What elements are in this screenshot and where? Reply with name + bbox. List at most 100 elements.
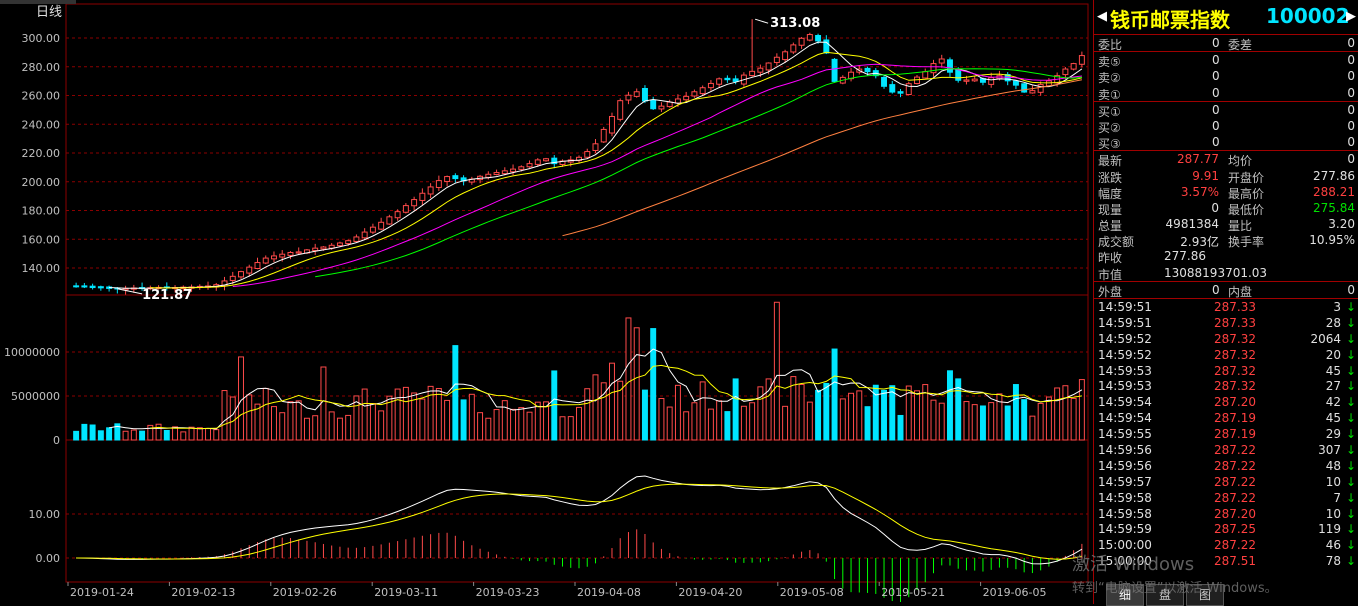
candle-body xyxy=(749,70,756,77)
price-tick-label: 140.00 xyxy=(22,262,61,275)
tick-volume: 45 xyxy=(1325,363,1341,378)
quote-value: 0 xyxy=(1347,152,1355,167)
tick-row: 14:59:54 287.19 45 ↓ xyxy=(1094,410,1358,426)
volume-bar xyxy=(271,406,277,441)
candle-body xyxy=(1078,55,1085,65)
quote-value: 288.21 xyxy=(1313,184,1355,199)
candle-body xyxy=(97,286,104,289)
price-tick-label: 300.00 xyxy=(22,32,61,45)
tick-time: 14:59:54 xyxy=(1098,411,1152,426)
quote-row: 总量 4981384 量比 3.20 xyxy=(1094,216,1358,233)
buy-price: 0 xyxy=(1212,102,1220,117)
candle-body xyxy=(312,247,319,252)
tick-list[interactable]: 14:59:51 287.33 3 ↓ 14:59:51 287.33 28 ↓ 14:59:5… xyxy=(1094,299,1358,569)
candle-body xyxy=(526,163,533,168)
volume-bar xyxy=(1012,384,1019,441)
candle-body xyxy=(930,63,937,74)
ma5-line xyxy=(109,41,1083,289)
volume-bar xyxy=(468,393,475,441)
candle-body xyxy=(435,180,442,188)
tick-time: 14:59:54 xyxy=(1098,395,1152,410)
candle-body xyxy=(773,56,780,64)
down-arrow-icon: ↓ xyxy=(1345,427,1356,442)
volume-bar xyxy=(501,400,508,441)
volume-bar xyxy=(658,398,665,441)
next-arrow-icon[interactable]: ▶ xyxy=(1346,9,1356,24)
tick-volume: 307 xyxy=(1318,443,1341,458)
prev-arrow-icon[interactable]: ◀ xyxy=(1097,9,1107,24)
volume-bar xyxy=(699,381,706,441)
volume-bar xyxy=(856,390,863,441)
down-arrow-icon: ↓ xyxy=(1345,347,1356,362)
volume-bar xyxy=(287,401,294,441)
candle-body xyxy=(394,211,401,219)
tick-volume: 20 xyxy=(1325,347,1341,362)
tick-time: 14:59:55 xyxy=(1098,427,1152,442)
sell-price: 0 xyxy=(1212,85,1220,100)
tick-row: 14:59:54 287.20 42 ↓ xyxy=(1094,394,1358,410)
candle-body xyxy=(881,76,887,87)
volume-bar xyxy=(914,390,920,441)
tick-row: 14:59:52 287.32 20 ↓ xyxy=(1094,347,1358,363)
date-label: 2019-03-23 xyxy=(476,586,540,599)
candle-body xyxy=(584,151,591,158)
volume-bar xyxy=(180,431,187,441)
panel-tab[interactable]: 细 xyxy=(1106,584,1144,606)
candle-body xyxy=(699,87,706,95)
volume-bar xyxy=(691,402,698,441)
volume-bar xyxy=(592,374,599,441)
panel-tab[interactable]: 盘 xyxy=(1146,584,1184,606)
quote-row: 现量 0 最低价 275.84 xyxy=(1094,200,1358,217)
tab-strip xyxy=(0,0,76,4)
stock-name: 钱币邮票指数 xyxy=(1110,8,1230,32)
tick-row: 14:59:58 287.20 10 ↓ xyxy=(1094,506,1358,522)
tick-price: 287.33 xyxy=(1214,300,1256,314)
down-arrow-icon: ↓ xyxy=(1345,395,1356,410)
volume-bar xyxy=(518,407,525,441)
panel-tab[interactable]: 图 xyxy=(1186,584,1224,606)
candle-body xyxy=(691,91,698,97)
tick-price: 287.22 xyxy=(1214,490,1256,505)
volume-bar xyxy=(394,388,401,441)
volume-bar xyxy=(782,405,789,441)
candle-body xyxy=(501,170,508,175)
quote-value: 277.86 xyxy=(1164,249,1206,264)
tick-volume: 119 xyxy=(1318,522,1341,537)
tick-row: 15:00:00 287.22 46 ↓ xyxy=(1094,537,1358,553)
quote-row: 涨跌 9.91 开盘价 277.86 xyxy=(1094,168,1358,185)
volume-tick-label: 0 xyxy=(53,434,60,447)
volume-bar xyxy=(864,406,871,441)
candle-body xyxy=(963,79,970,82)
price-tick-label: 260.00 xyxy=(22,90,61,103)
volume-bar xyxy=(773,301,780,441)
candle-body xyxy=(1029,90,1036,94)
candle-body xyxy=(897,91,904,94)
volume-bar xyxy=(641,389,648,441)
volume-bar xyxy=(881,389,887,441)
tick-time: 14:59:58 xyxy=(1098,490,1152,505)
date-label: 2019-01-24 xyxy=(70,586,134,599)
kline-chart[interactable]: 日线 300.00 280.00 260.00 240.00 220.00 200.00 18… xyxy=(0,0,1092,604)
quote-panel: ◀ 钱币邮票指数 100002 ▶ 委比 0 委差 0 卖⑤ 0 0 卖② 0 0 卖① 0 0… xyxy=(1093,0,1358,606)
tick-volume: 46 xyxy=(1325,538,1341,553)
macd-dif-line xyxy=(76,475,1083,565)
tick-volume: 10 xyxy=(1325,474,1341,489)
tick-volume: 7 xyxy=(1333,490,1341,505)
volume-bar xyxy=(1062,385,1069,441)
tick-time: 15:00:00 xyxy=(1098,538,1152,553)
candle-body xyxy=(716,78,723,85)
volume-bar xyxy=(543,401,549,441)
volume-bar xyxy=(97,430,104,441)
volume-bar xyxy=(477,412,484,441)
down-arrow-icon: ↓ xyxy=(1345,411,1356,426)
candle-body xyxy=(254,262,261,270)
date-label: 2019-02-13 xyxy=(171,586,235,599)
volume-bar xyxy=(905,385,912,441)
candle-body xyxy=(411,199,418,207)
candle-body xyxy=(938,58,945,64)
volume-bar xyxy=(757,386,764,441)
candle-body xyxy=(543,158,549,162)
volume-bar xyxy=(650,328,657,441)
volume-bar xyxy=(246,394,253,441)
candle-body xyxy=(707,82,714,89)
